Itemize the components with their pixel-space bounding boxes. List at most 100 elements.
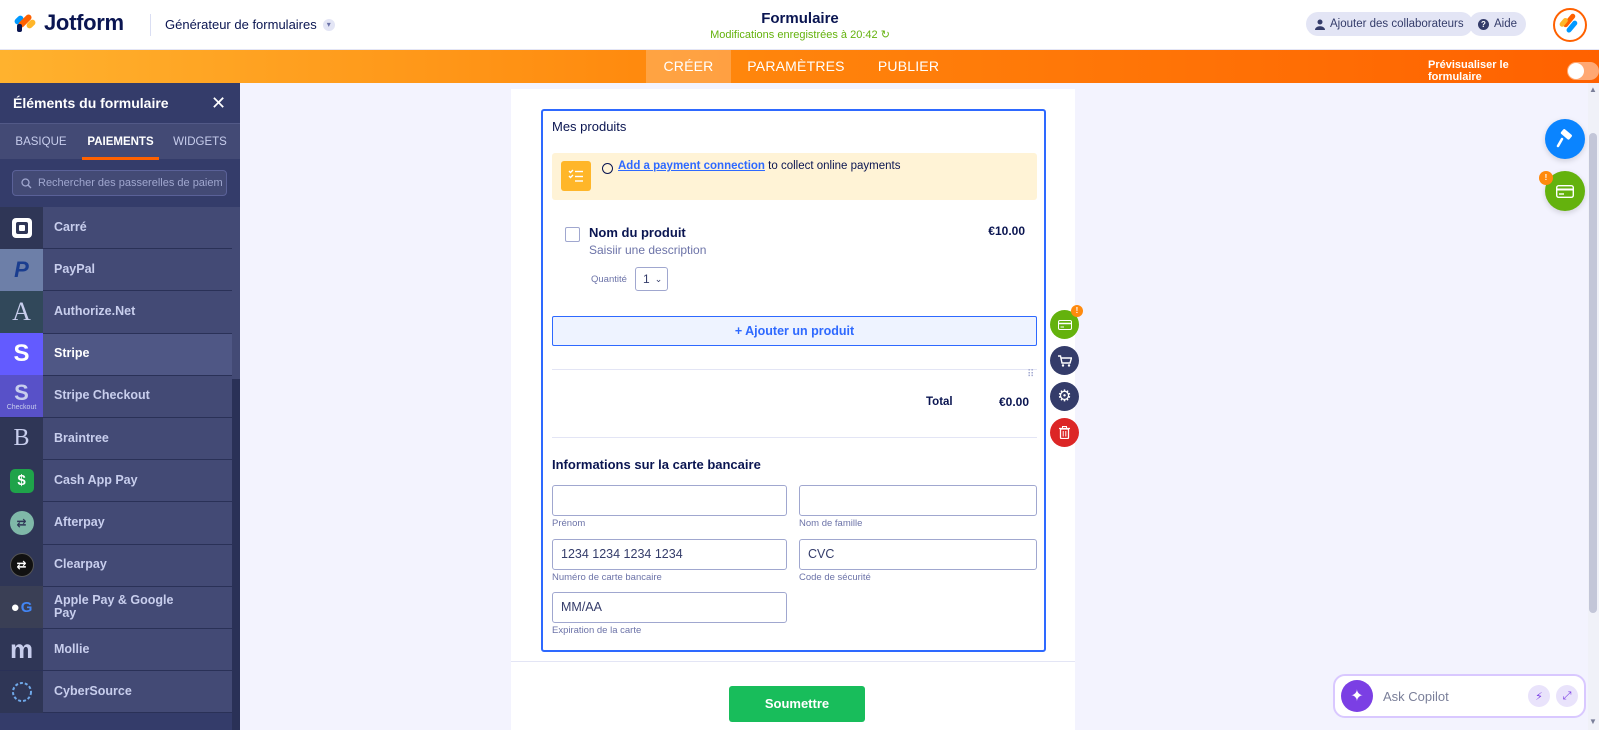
sidebar-item-label: CyberSource <box>54 683 132 698</box>
drag-handle-icon[interactable]: ⠿ <box>1027 369 1034 380</box>
scrollbar-thumb[interactable] <box>1589 133 1597 613</box>
sidebar-item-label: Clearpay <box>54 557 107 572</box>
sidebar-item-label: Braintree <box>54 430 109 445</box>
expand-icon[interactable]: ⤢ <box>1556 685 1578 707</box>
product-name[interactable]: Nom du produit <box>589 225 686 240</box>
jotform-logo[interactable]: Jotform <box>13 10 124 36</box>
sidebar-item-braintree[interactable]: B Braintree <box>0 417 232 461</box>
product-list-widget[interactable]: Mes produits Add a payment connection to… <box>541 109 1046 652</box>
sidebar-item-stripe-checkout[interactable]: S Checkout Stripe Checkout <box>0 375 232 418</box>
close-icon[interactable]: ✕ <box>211 93 226 114</box>
help-label: Aide <box>1494 18 1518 30</box>
payment-gateway-search[interactable] <box>12 170 227 196</box>
first-name-field[interactable] <box>552 485 787 516</box>
divider <box>552 369 1037 370</box>
last-name-field[interactable] <box>799 485 1037 516</box>
sidebar-scrollbar[interactable] <box>232 207 240 730</box>
scroll-up-icon[interactable]: ▲ <box>1589 85 1597 94</box>
quantity-value: 1 <box>643 272 650 286</box>
add-product-button[interactable]: + Ajouter un produit <box>552 316 1037 346</box>
form-builder-menu-label: Générateur de formulaires <box>165 17 317 32</box>
sidebar-item-afterpay[interactable]: ⇄ Afterpay <box>0 501 232 545</box>
clearpay-icon: ⇄ <box>0 544 43 587</box>
form-builder-menu[interactable]: Générateur de formulaires ▾ <box>165 17 335 32</box>
sparkle-icon: ✦ <box>1341 680 1373 712</box>
card-number-field[interactable]: 1234 1234 1234 1234 <box>552 539 787 570</box>
mollie-icon: m <box>0 628 43 671</box>
product-price: €10.00 <box>988 224 1025 238</box>
form-designer-button[interactable] <box>1545 119 1585 159</box>
sidebar-item-label: Stripe Checkout <box>54 388 150 403</box>
tab-widgets[interactable]: WIDGETS <box>168 124 232 160</box>
sidebar-item-square[interactable]: Carré <box>0 206 232 250</box>
trash-icon <box>1059 426 1070 439</box>
submit-divider <box>511 661 1075 662</box>
quantity-select[interactable]: 1 ⌄ <box>635 267 668 291</box>
chevron-down-icon: ▾ <box>322 18 335 31</box>
delete-button[interactable] <box>1050 418 1079 447</box>
payment-properties-button[interactable]: ! <box>1539 171 1585 211</box>
sidebar-item-cash-app[interactable]: $ Cash App Pay <box>0 459 232 503</box>
payment-connection-radio[interactable] <box>602 163 613 174</box>
payment-settings-button[interactable]: ! <box>1050 305 1083 339</box>
card-number-label: Numéro de carte bancaire <box>552 572 662 583</box>
sidebar-item-stripe[interactable]: S Stripe <box>0 333 232 376</box>
sidebar-item-clearpay[interactable]: ⇄ Clearpay <box>0 544 232 587</box>
avatar[interactable] <box>1553 8 1587 42</box>
sidebar-item-label: Cash App Pay <box>54 472 138 487</box>
paint-roller-icon <box>1556 129 1572 148</box>
payment-gateway-list: Carré P PayPal A Authorize.Net S Stripe … <box>0 206 232 714</box>
submit-button[interactable]: Soumettre <box>729 686 865 722</box>
help-icon: ? <box>1478 18 1489 30</box>
sidebar-item-paypal[interactable]: P PayPal <box>0 248 232 292</box>
sidebar-item-label: PayPal <box>54 261 96 276</box>
form-elements-sidebar: Éléments du formulaire ✕ BASIQUE PAIEMEN… <box>0 83 240 730</box>
help-button[interactable]: ? Aide <box>1469 12 1527 36</box>
tab-payments[interactable]: PAIEMENTS <box>82 124 159 160</box>
expiry-field[interactable]: MM/AA <box>552 592 787 623</box>
search-icon <box>21 177 32 188</box>
braintree-icon: B <box>0 417 43 460</box>
sidebar-item-authorize-net[interactable]: A Authorize.Net <box>0 290 232 334</box>
sidebar-item-mollie[interactable]: m Mollie <box>0 628 232 672</box>
tab-settings[interactable]: PARAMÈTRES <box>741 50 851 83</box>
stripe-checkout-caption: Checkout <box>6 403 37 411</box>
product-checkbox[interactable] <box>565 227 580 242</box>
save-status: Modifications enregistrées à 20:42 ↻ <box>700 28 900 41</box>
ask-copilot-placeholder: Ask Copilot <box>1383 688 1449 704</box>
user-icon <box>1315 19 1325 30</box>
main-nav: CRÉER PARAMÈTRES PUBLIER Prévisualiser l… <box>0 50 1599 83</box>
square-icon <box>0 206 43 249</box>
cvc-field[interactable]: CVC <box>799 539 1037 570</box>
cart-button[interactable] <box>1050 346 1079 375</box>
tab-create[interactable]: CRÉER <box>646 50 731 83</box>
payment-connection-suffix: to collect online payments <box>764 160 901 172</box>
product-widget-title[interactable]: Mes produits <box>552 119 626 134</box>
payment-connection-alert: Add a payment connection to collect onli… <box>552 153 1037 200</box>
sidebar-item-apple-google-pay[interactable]: ● G Apple Pay & Google Pay <box>0 586 232 629</box>
lightning-icon[interactable]: ⚡ <box>1528 685 1550 707</box>
page-scrollbar[interactable]: ▲ ▼ <box>1588 83 1599 730</box>
afterpay-icon: ⇄ <box>0 501 43 544</box>
widget-settings-button[interactable]: ⚙ <box>1050 382 1079 411</box>
sidebar-item-label: Mollie <box>54 641 90 656</box>
add-payment-connection-link[interactable]: Add a payment connection <box>618 160 765 172</box>
sidebar-item-label: Apple Pay & Google Pay <box>54 592 174 621</box>
cart-icon <box>1057 354 1072 367</box>
tab-publish[interactable]: PUBLIER <box>871 50 946 83</box>
warning-badge: ! <box>1071 305 1083 317</box>
form-title[interactable]: Formulaire <box>700 10 900 27</box>
card-section-title[interactable]: Informations sur la carte bancaire <box>552 457 761 472</box>
sidebar-item-label: Authorize.Net <box>54 304 136 319</box>
preview-toggle-switch[interactable] <box>1566 62 1599 80</box>
scroll-down-icon[interactable]: ▼ <box>1589 717 1597 726</box>
sidebar-item-cybersource[interactable]: CyberSource <box>0 670 232 714</box>
tab-basic[interactable]: BASIQUE <box>8 124 74 160</box>
payment-gateway-search-input[interactable] <box>38 177 223 189</box>
add-collaborators-button[interactable]: Ajouter des collaborateurs <box>1306 12 1473 36</box>
product-description[interactable]: Saisiir une description <box>589 243 706 257</box>
cvc-label: Code de sécurité <box>799 572 871 583</box>
ask-copilot-bar[interactable]: ✦ Ask Copilot ⚡ ⤢ <box>1333 674 1586 718</box>
preview-form-toggle[interactable]: Prévisualiser le formulaire <box>1428 59 1599 83</box>
warning-badge: ! <box>1539 171 1553 185</box>
